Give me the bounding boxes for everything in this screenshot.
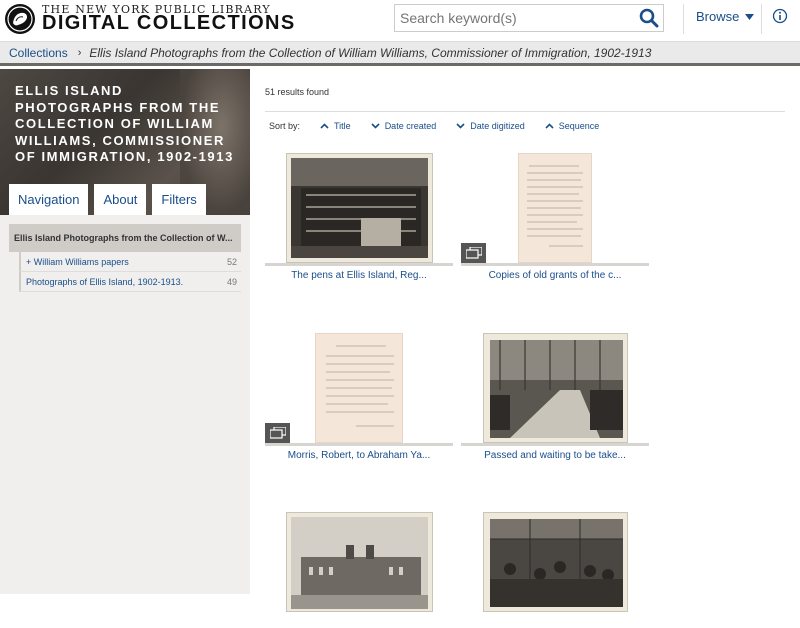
sort-date-created[interactable]: Date created xyxy=(371,121,437,131)
nav-item-photographs-ellis-island[interactable]: Photographs of Ellis Island, 1902-1913. … xyxy=(19,272,241,292)
header-divider xyxy=(683,4,684,34)
sidebar-tabs: Navigation About Filters xyxy=(9,184,206,215)
info-icon[interactable] xyxy=(772,8,788,24)
divider xyxy=(265,111,785,112)
breadcrumb-collections-link[interactable]: Collections xyxy=(9,46,68,60)
site-header: THE NEW YORK PUBLIC LIBRARY DIGITAL COLL… xyxy=(0,0,800,42)
nav-item-count: 52 xyxy=(226,256,237,267)
sort-label: Sort by: xyxy=(269,121,301,131)
result-item[interactable]: Passed and waiting to be take... xyxy=(461,331,649,461)
nypl-lion-logo-icon[interactable] xyxy=(4,3,36,35)
result-item[interactable] xyxy=(265,512,453,628)
nav-item-count: 49 xyxy=(226,276,237,287)
result-thumbnail[interactable] xyxy=(285,512,433,612)
result-caption[interactable]: The pens at Ellis Island, Reg... xyxy=(265,270,453,281)
thumbnail-area xyxy=(461,512,649,624)
document-image xyxy=(326,345,394,427)
thumbnail-area xyxy=(265,512,453,624)
search-box xyxy=(394,4,664,32)
chevron-up-icon xyxy=(320,123,329,129)
logo-bottom-text[interactable]: DIGITAL COLLECTIONS xyxy=(42,12,296,35)
thumbnail-area xyxy=(265,151,453,263)
thumbnail-area xyxy=(265,331,453,443)
nav-item-label: Photographs of Ellis Island, 1902-1913. xyxy=(26,276,184,287)
breadcrumb: Collections › Ellis Island Photographs f… xyxy=(0,42,800,66)
multiple-images-icon[interactable] xyxy=(461,243,486,263)
sort-option-label: Title xyxy=(334,121,351,131)
result-thumbnail[interactable] xyxy=(285,153,433,263)
photo-pens-image xyxy=(290,158,428,258)
browse-label: Browse xyxy=(696,9,740,24)
nav-collection-head[interactable]: Ellis Island Photographs from the Collec… xyxy=(9,224,241,252)
divider xyxy=(461,263,649,266)
chevron-down-icon xyxy=(371,123,380,129)
nav-item-william-williams-papers[interactable]: + William Williams papers 52 xyxy=(19,252,241,272)
result-item[interactable]: The pens at Ellis Island, Reg... xyxy=(265,151,453,281)
sort-bar: Sort by: Title Date created Date digitiz… xyxy=(269,121,599,131)
sort-title[interactable]: Title xyxy=(320,121,351,131)
multiple-images-icon[interactable] xyxy=(265,423,290,443)
result-item[interactable]: Morris, Robert, to Abraham Ya... xyxy=(265,331,453,461)
thumbnail-area xyxy=(461,151,649,263)
result-thumbnail[interactable] xyxy=(315,333,403,443)
results-panel: 51 results found Sort by: Title Date cre… xyxy=(250,69,800,612)
thumbnail-area xyxy=(461,331,649,443)
photo-building-image xyxy=(290,517,428,609)
sort-date-digitized[interactable]: Date digitized xyxy=(456,121,525,131)
photo-waiting-image xyxy=(489,340,623,438)
collection-banner: Ellis Island Photographs from the Collec… xyxy=(0,69,250,215)
result-item[interactable]: Copies of old grants of the c... xyxy=(461,151,649,281)
result-caption[interactable]: Copies of old grants of the c... xyxy=(461,270,649,281)
sort-sequence[interactable]: Sequence xyxy=(545,121,600,131)
chevron-up-icon xyxy=(545,123,554,129)
tab-about[interactable]: About xyxy=(94,184,147,215)
nav-item-label: + William Williams papers xyxy=(26,256,129,267)
result-item[interactable] xyxy=(461,512,649,628)
sort-option-label: Sequence xyxy=(558,121,600,131)
result-thumbnail[interactable] xyxy=(482,512,628,612)
result-caption[interactable]: Morris, Robert, to Abraham Ya... xyxy=(265,450,453,461)
divider xyxy=(461,443,649,446)
sort-option-label: Date digitized xyxy=(470,121,525,131)
browse-menu[interactable]: Browse xyxy=(696,9,755,24)
sidebar: Ellis Island Photographs from the Collec… xyxy=(0,69,250,594)
document-image xyxy=(527,165,583,247)
divider xyxy=(265,443,453,446)
result-thumbnail[interactable] xyxy=(482,333,628,443)
breadcrumb-current: Ellis Island Photographs from the Collec… xyxy=(89,45,652,60)
sort-option-label: Date created xyxy=(384,121,437,131)
tab-navigation[interactable]: Navigation xyxy=(9,184,89,215)
header-divider xyxy=(761,4,762,34)
divider xyxy=(265,263,453,266)
search-button[interactable] xyxy=(637,7,661,29)
tab-filters[interactable]: Filters xyxy=(152,184,206,215)
result-thumbnail[interactable] xyxy=(518,153,592,263)
caret-down-icon xyxy=(745,13,755,20)
result-caption[interactable]: Passed and waiting to be take... xyxy=(461,450,649,461)
chevron-down-icon xyxy=(456,123,465,129)
navigation-tree: Ellis Island Photographs from the Collec… xyxy=(9,224,241,292)
search-icon xyxy=(639,8,659,28)
results-count: 51 results found xyxy=(265,87,330,97)
collection-title: Ellis Island Photographs from the Collec… xyxy=(15,83,234,164)
search-input[interactable] xyxy=(395,5,633,31)
chevron-right-icon: › xyxy=(77,46,82,59)
